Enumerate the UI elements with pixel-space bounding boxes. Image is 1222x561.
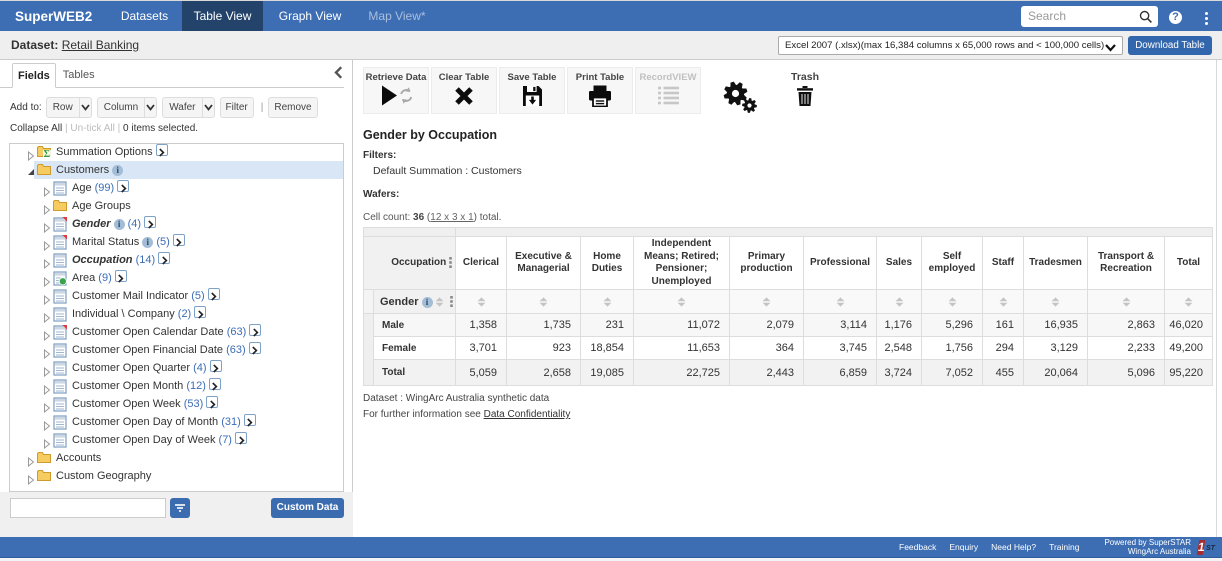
svg-text:Σ: Σ [44, 149, 51, 158]
